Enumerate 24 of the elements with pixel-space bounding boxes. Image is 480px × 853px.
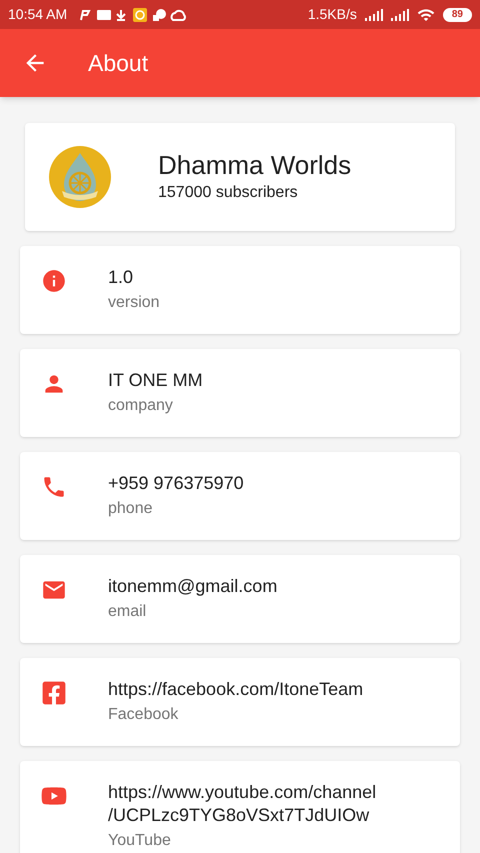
info-value: https://facebook.com/ItoneTeam <box>108 678 364 701</box>
info-value: itonemm@gmail.com <box>108 575 278 598</box>
info-value: https://www.youtube.com/channel <box>108 781 376 804</box>
info-value: +959 976375970 <box>108 472 244 495</box>
info-value: 1.0 <box>108 266 134 289</box>
info-label: Facebook <box>108 705 180 725</box>
info-label: version <box>108 293 160 313</box>
subscriber-count: 157000 subscribers <box>158 183 299 203</box>
channel-logo <box>48 145 112 209</box>
signal-icon <box>390 8 409 20</box>
status-time: 10:54 AM <box>8 5 68 24</box>
channel-name: Dhamma Worlds <box>158 149 352 181</box>
battery-indicator: 89 <box>442 8 472 22</box>
info-label: email <box>108 602 148 622</box>
page-title: About <box>88 48 148 78</box>
network-speed: 1.5KB/s <box>308 5 357 24</box>
info-icon <box>41 268 67 294</box>
info-label: phone <box>108 499 154 519</box>
info-value: /UCPLzc9TYG8oVSxt7TJdUIOw <box>108 804 370 827</box>
info-label: company <box>108 396 174 416</box>
info-label: YouTube <box>108 831 172 851</box>
facebook-icon <box>41 680 67 706</box>
info-value: IT ONE MM <box>108 369 203 392</box>
signal-icon <box>364 8 383 20</box>
